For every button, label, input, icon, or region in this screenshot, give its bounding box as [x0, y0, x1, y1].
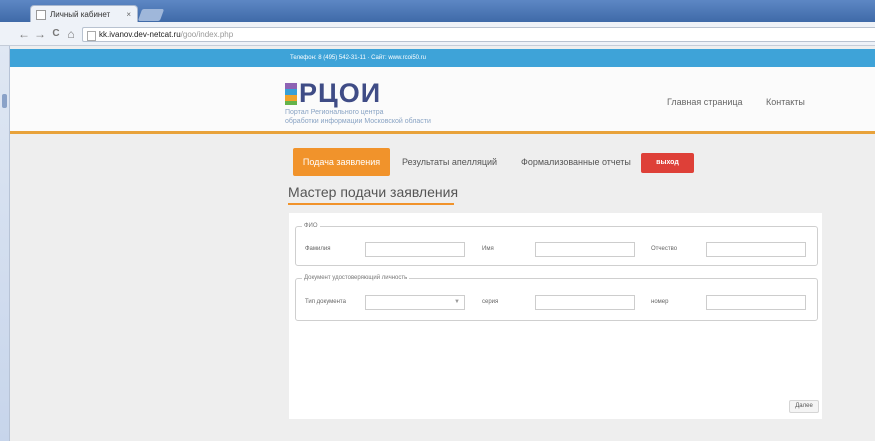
- fio-legend: ФИО: [304, 223, 318, 229]
- page-icon: [36, 9, 46, 20]
- application-form: ФИО Фамилия Имя Отчество Документ удосто…: [289, 213, 822, 419]
- chevron-down-icon: ▼: [454, 299, 460, 305]
- patronymic-label: Отчество: [651, 246, 678, 252]
- home-icon[interactable]: ⌂: [64, 27, 78, 41]
- patronymic-input[interactable]: [706, 242, 806, 257]
- logo-subtitle: Портал Регионального центра: [285, 109, 384, 116]
- name-label: Имя: [482, 246, 494, 252]
- next-button[interactable]: Далее: [789, 400, 819, 413]
- surname-label: Фамилия: [305, 246, 331, 252]
- url-path: /goo/index.php: [180, 30, 234, 39]
- contact-bar: [10, 49, 875, 67]
- surname-input[interactable]: [365, 242, 465, 257]
- reload-icon[interactable]: C: [49, 27, 63, 41]
- series-label: серия: [482, 299, 499, 305]
- tab-formal-reports[interactable]: Формализованные отчеты: [521, 148, 631, 176]
- contact-text: Телефон: 8 (495) 542-31-11 · Сайт: www.r…: [290, 55, 426, 61]
- page-icon: [87, 31, 96, 41]
- address-bar[interactable]: kk.ivanov.dev-netcat.ru/goo/index.php: [82, 27, 875, 42]
- tab-appeal-results[interactable]: Результаты апелляций: [402, 148, 497, 176]
- number-input[interactable]: [706, 295, 806, 310]
- logo-subtitle: обработки информации Московской области: [285, 118, 431, 125]
- series-input[interactable]: [535, 295, 635, 310]
- new-tab-button[interactable]: [137, 9, 165, 21]
- site-logo[interactable]: РЦОИ Портал Регионального центра обработ…: [285, 73, 475, 129]
- doctype-label: Тип документа: [305, 299, 346, 305]
- logout-button[interactable]: выход: [641, 153, 694, 173]
- back-icon[interactable]: ←: [17, 27, 31, 41]
- close-tab-icon[interactable]: ×: [126, 10, 131, 19]
- page-title: Мастер подачи заявления: [288, 184, 459, 200]
- home-link[interactable]: Главная страница: [667, 97, 743, 107]
- name-input[interactable]: [535, 242, 635, 257]
- document-legend: Документ удостоверяющий личность: [304, 275, 408, 281]
- tab-title: Личный кабинет: [50, 10, 111, 19]
- title-underline: [288, 203, 454, 205]
- side-panel: [0, 46, 10, 441]
- forward-icon[interactable]: →: [33, 27, 47, 41]
- header-divider: [10, 131, 875, 134]
- number-label: номер: [651, 299, 669, 305]
- tab-submit-application[interactable]: Подача заявления: [293, 148, 390, 176]
- contacts-link[interactable]: Контакты: [766, 97, 805, 107]
- logo-mark-icon: [285, 83, 297, 105]
- panel-handle[interactable]: [2, 94, 7, 108]
- url-host: kk.ivanov.dev-netcat.ru: [99, 30, 181, 39]
- doctype-select[interactable]: ▼: [365, 295, 465, 310]
- logo-text: РЦОИ: [299, 78, 382, 108]
- browser-tab[interactable]: Личный кабинет ×: [30, 5, 138, 23]
